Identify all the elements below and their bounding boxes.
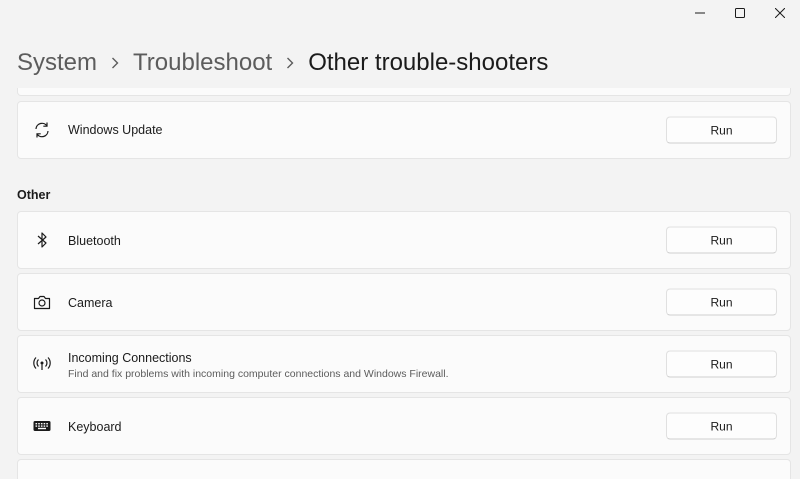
section-header-other: Other	[17, 188, 51, 202]
troubleshooter-description: Find and fix problems with incoming comp…	[68, 368, 449, 380]
chevron-right-icon	[97, 57, 133, 69]
run-incoming-connections-button[interactable]: Run	[666, 350, 777, 378]
troubleshooter-label: Windows Update	[68, 123, 163, 137]
page-title: Other trouble-shooters	[308, 49, 549, 76]
keyboard-icon	[32, 416, 52, 436]
maximize-icon	[735, 8, 745, 18]
run-camera-button[interactable]: Run	[666, 288, 777, 316]
refresh-icon	[32, 120, 52, 140]
breadcrumb: System Troubleshoot Other trouble-shoote…	[17, 46, 548, 80]
close-icon	[775, 8, 785, 18]
breadcrumb-troubleshoot[interactable]: Troubleshoot	[133, 46, 272, 80]
list-item-partial	[17, 459, 791, 479]
antenna-icon	[32, 354, 52, 374]
chevron-right-icon	[272, 57, 308, 69]
troubleshooter-keyboard: Keyboard Run	[17, 397, 791, 455]
breadcrumb-system[interactable]: System	[17, 46, 97, 80]
troubleshooter-label: Camera	[68, 296, 113, 310]
close-button[interactable]	[760, 0, 800, 26]
troubleshooter-camera: Camera Run	[17, 273, 791, 331]
caption-buttons	[680, 0, 800, 26]
maximize-button[interactable]	[720, 0, 760, 26]
bluetooth-icon	[32, 230, 52, 250]
troubleshooter-label: Keyboard	[68, 420, 122, 434]
troubleshooter-label: Bluetooth	[68, 234, 121, 248]
troubleshooter-windows-update: Windows Update Run	[17, 101, 791, 159]
run-bluetooth-button[interactable]: Run	[666, 226, 777, 254]
troubleshooter-bluetooth: Bluetooth Run	[17, 211, 791, 269]
list-item-partial	[17, 88, 791, 96]
minimize-icon	[695, 12, 705, 14]
minimize-button[interactable]	[680, 0, 720, 26]
camera-icon	[32, 292, 52, 312]
run-keyboard-button[interactable]: Run	[666, 412, 777, 440]
troubleshooter-label: Incoming Connections	[68, 351, 192, 365]
troubleshooter-incoming-connections: Incoming Connections Find and fix proble…	[17, 335, 791, 393]
run-windows-update-button[interactable]: Run	[666, 116, 777, 144]
settings-window: System Troubleshoot Other trouble-shoote…	[0, 0, 800, 479]
